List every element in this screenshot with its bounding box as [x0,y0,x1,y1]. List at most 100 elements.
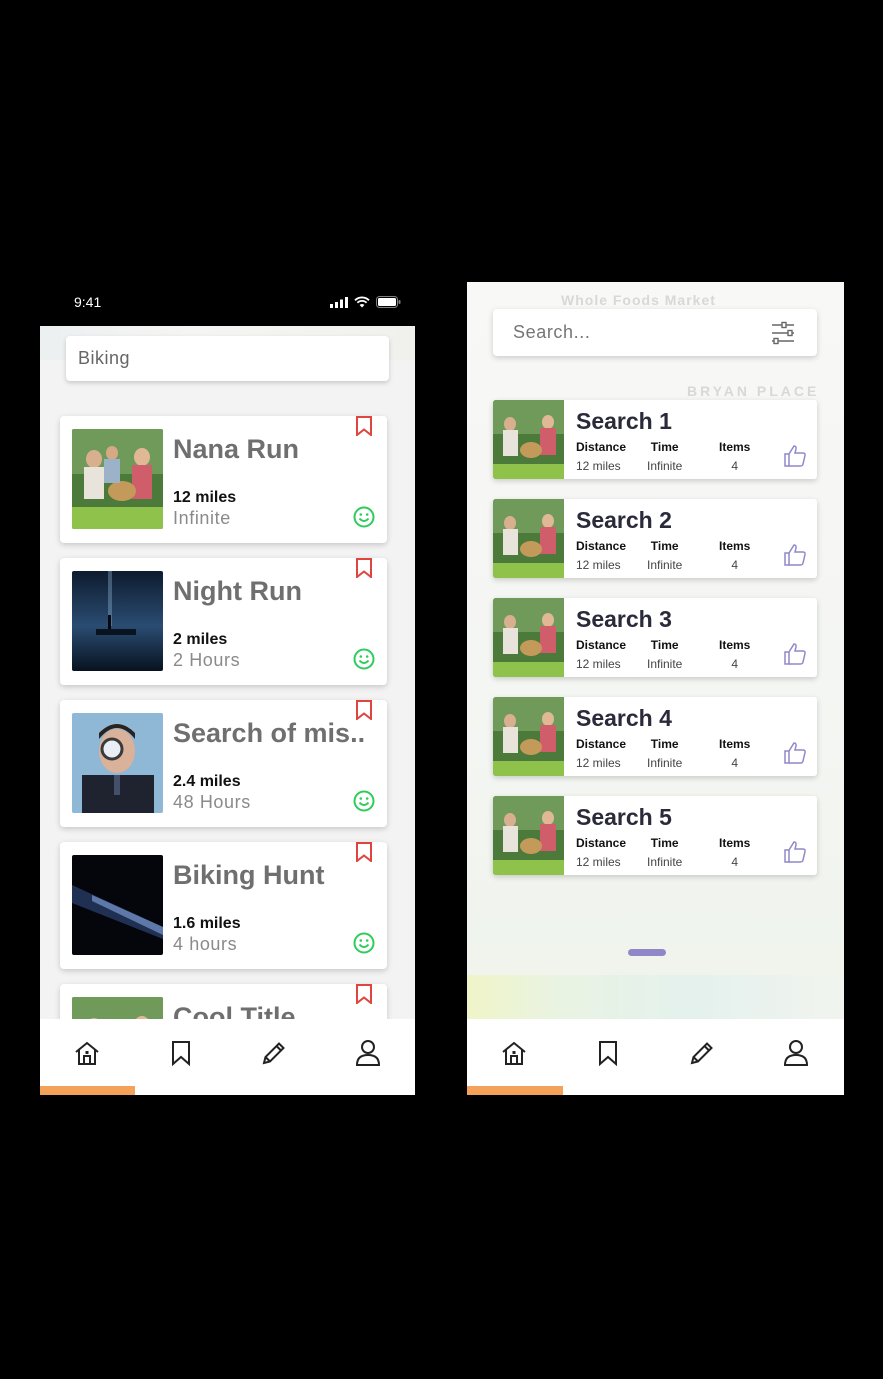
smiley-icon [353,648,375,670]
distance-value: 12 miles [576,459,621,473]
items-value: 4 [731,558,739,572]
active-tab-indicator [40,1086,135,1095]
home-icon [75,1041,99,1065]
nav-bookmarks[interactable] [561,1019,655,1095]
distance-value: 12 miles [576,756,621,770]
status-bar: 9:41 [40,282,415,326]
thumbs-up-icon[interactable] [783,444,807,468]
activity-title: Nana Run [173,434,300,464]
time-value: Infinite [647,657,683,671]
activity-card[interactable]: Biking Hunt 1.6 miles 4 hours [60,842,387,969]
status-time: 9:41 [74,294,102,310]
time-label: Time [650,440,679,454]
thumbs-up-icon[interactable] [783,840,807,864]
search-title: Search 3 [576,606,672,632]
bottom-nav [40,1019,415,1095]
search-input[interactable] [493,309,753,356]
search-title: Search 1 [576,408,672,434]
distance-column: Distance 12 miles [576,638,626,671]
wifi-icon [354,296,370,308]
activity-duration: 4 hours [173,934,238,954]
thumbs-up-icon[interactable] [783,543,807,567]
search-result-card[interactable]: Search 1 Distance 12 miles Time Infinite I… [493,400,817,479]
items-label: Items [719,737,751,751]
family-photo [72,429,163,529]
search-field[interactable] [493,309,817,356]
bookmark-icon[interactable] [355,416,373,436]
bookmark-icon[interactable] [355,984,373,1004]
pencil-icon [263,1042,286,1065]
activity-list-screen: Nana Run 12 miles Infinite Night Run 2 m… [40,326,415,1019]
time-column: Time Infinite [647,836,682,869]
activity-duration: 2 Hours [173,650,241,670]
nav-edit[interactable] [228,1019,322,1095]
activity-title: Search of mis.. [173,718,366,748]
items-column: Items 4 [719,539,750,572]
family-photo [493,697,564,776]
distance-value: 12 miles [576,657,621,671]
smiley-icon [353,790,375,812]
nav-home[interactable] [467,1019,561,1095]
items-column: Items 4 [719,440,750,473]
search-result-card[interactable]: Search 4 Distance 12 miles Time Infinite I… [493,697,817,776]
items-value: 4 [731,459,739,473]
bookmark-icon [171,1041,190,1066]
time-value: Infinite [647,459,683,473]
night-lake-photo [72,571,163,671]
activity-distance: 12 miles [173,489,237,506]
nav-home[interactable] [40,1019,134,1095]
thumbs-up-icon[interactable] [783,642,807,666]
detective-photo [72,713,163,813]
left-phone: 9:41 Biking Nana Run 12 miles Infinite N… [40,282,415,1095]
activity-card[interactable]: Cool Title [60,984,387,1019]
family-photo [493,400,564,479]
time-label: Time [650,638,679,652]
items-value: 4 [731,657,739,671]
nav-bookmarks[interactable] [134,1019,228,1095]
thumbs-up-icon[interactable] [783,741,807,765]
time-column: Time Infinite [647,737,682,770]
items-column: Items 4 [719,737,750,770]
map-label: Whole Foods Market [561,292,716,308]
distance-label: Distance [576,440,627,454]
time-label: Time [650,836,679,850]
items-value: 4 [731,756,739,770]
activity-title: Night Run [173,576,302,606]
search-result-card[interactable]: Search 3 Distance 12 miles Time Infinite I… [493,598,817,677]
bookmark-icon[interactable] [355,700,373,720]
right-phone: Whole Foods Market BRYAN PLACE Search 1 … [467,282,844,1095]
activity-distance: 1.6 miles [173,915,241,932]
smiley-icon [353,506,375,528]
activity-card[interactable]: Nana Run 12 miles Infinite [60,416,387,543]
search-result-card[interactable]: Search 2 Distance 12 miles Time Infinite I… [493,499,817,578]
search-result-card[interactable]: Search 5 Distance 12 miles Time Infinite I… [493,796,817,875]
distance-value: 12 miles [576,558,621,572]
smiley-icon [353,932,375,954]
search-title: Search 5 [576,804,672,830]
nav-profile[interactable] [321,1019,415,1095]
items-label: Items [719,440,751,454]
activity-card[interactable]: Night Run 2 miles 2 Hours [60,558,387,685]
distance-column: Distance 12 miles [576,440,626,473]
distance-label: Distance [576,836,627,850]
time-column: Time Infinite [647,539,682,572]
nav-profile[interactable] [749,1019,843,1095]
bookmark-icon[interactable] [355,842,373,862]
user-icon [783,1040,808,1066]
distance-label: Distance [576,737,627,751]
map-label: BRYAN PLACE [687,383,820,399]
time-label: Time [650,539,679,553]
distance-column: Distance 12 miles [576,836,626,869]
nav-edit[interactable] [655,1019,749,1095]
activity-distance: 2.4 miles [173,773,241,790]
activity-duration: 48 Hours [173,792,251,812]
bookmark-icon[interactable] [355,558,373,578]
drag-handle[interactable] [628,949,666,956]
activity-card[interactable]: Search of mis.. 2.4 miles 48 Hours [60,700,387,827]
family-photo [493,598,564,677]
search-input[interactable] [66,336,389,381]
search-field[interactable] [66,336,389,381]
filter-icon[interactable] [769,319,797,347]
battery-icon [376,296,401,308]
time-value: Infinite [647,558,683,572]
